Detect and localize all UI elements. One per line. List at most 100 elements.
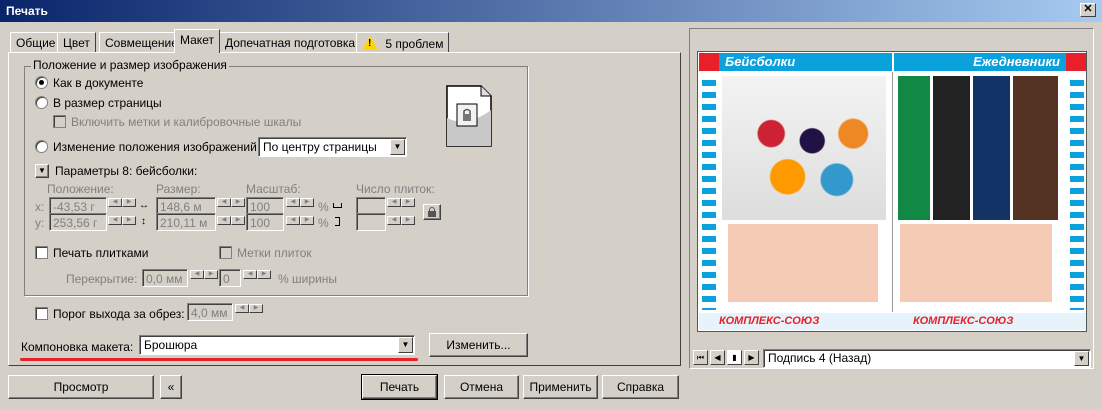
overlap-width-decrement-button[interactable]: ◀ — [243, 270, 257, 279]
scale-y-decrement-button[interactable]: ◀ — [286, 216, 300, 225]
x-increment-button[interactable]: ▶ — [122, 198, 136, 207]
width-increment-button[interactable]: ▶ — [231, 198, 245, 207]
scale-x-unit: % — [318, 200, 329, 214]
tab-label: Цвет — [63, 36, 90, 50]
tiles-y-field[interactable] — [356, 213, 386, 231]
overlap-width-field[interactable]: 0 — [219, 269, 241, 287]
preview-button[interactable]: Просмотр — [8, 375, 154, 399]
page-layout-icon — [445, 84, 493, 148]
tile-marks-label: Метки плиток — [237, 246, 312, 260]
help-button[interactable]: Справка — [602, 375, 679, 399]
tab-label: Макет — [180, 33, 214, 47]
right-icon-column — [1070, 74, 1084, 310]
layout-select[interactable]: Брошюра ▼ — [139, 335, 415, 355]
tiles-header: Число плиток: — [356, 182, 435, 196]
reposition-select[interactable]: По центру страницы ▼ — [258, 137, 407, 157]
preview-page: Бейсболки Ежедневники КОМПЛЕКС-СОЮЗ КОМП… — [697, 51, 1087, 332]
bleed-increment-button[interactable]: ▶ — [249, 304, 263, 313]
cap-icon — [699, 53, 719, 71]
page-select[interactable]: Подпись 4 (Назад) ▼ — [763, 349, 1091, 368]
print-tiles-checkbox[interactable] — [35, 246, 48, 259]
x-decrement-button[interactable]: ◀ — [108, 198, 122, 207]
as-document-label: Как в документе — [53, 76, 144, 90]
tiles-y-increment-button[interactable]: ▶ — [401, 216, 415, 225]
scale-x-decrement-button[interactable]: ◀ — [286, 198, 300, 207]
print-tiles-label: Печать плитками — [53, 246, 149, 260]
height-increment-button[interactable]: ▶ — [231, 216, 245, 225]
spread-fold — [892, 72, 893, 312]
scale-y-increment-button[interactable]: ▶ — [300, 216, 314, 225]
collapse-preview-button[interactable]: « — [160, 375, 182, 399]
tiles-y-decrement-button[interactable]: ◀ — [387, 216, 401, 225]
fit-page-label: В размер страницы — [53, 96, 162, 110]
overlap-decrement-button[interactable]: ◀ — [190, 270, 204, 279]
overlap-field[interactable]: 0,0 мм — [142, 269, 188, 287]
size-header: Размер: — [156, 182, 201, 196]
bleed-decrement-button[interactable]: ◀ — [235, 304, 249, 313]
window-title: Печать — [6, 4, 48, 18]
width-arrow-icon: ↔ — [139, 200, 149, 211]
warning-icon: ! — [362, 36, 378, 50]
page-view-button[interactable]: ▮ — [727, 350, 742, 365]
caps-photo — [722, 76, 886, 220]
bleed-label: Порог выхода за обрез: — [53, 307, 185, 321]
scale-y-field[interactable]: 100 — [246, 213, 284, 231]
tile-marks-checkbox[interactable] — [219, 246, 232, 259]
tiles-x-decrement-button[interactable]: ◀ — [387, 198, 401, 207]
tab-general[interactable]: Общие — [10, 32, 62, 52]
group-legend: Положение и размер изображения — [31, 58, 229, 72]
bleed-field[interactable]: 4,0 мм — [187, 303, 233, 321]
overlap-width-increment-button[interactable]: ▶ — [257, 270, 271, 279]
as-document-radio[interactable] — [35, 76, 48, 89]
layout-label: Компоновка макета: — [21, 340, 134, 354]
first-page-button[interactable]: ⏮ — [693, 350, 708, 365]
right-title: Ежедневники — [973, 54, 1060, 69]
expand-toggle[interactable]: ▼ — [35, 164, 49, 178]
horizontal-scale-icon — [333, 203, 342, 208]
right-header: Ежедневники — [894, 53, 1086, 71]
print-button[interactable]: Печать — [361, 374, 438, 400]
vertical-scale-icon — [335, 217, 340, 226]
edit-layout-button[interactable]: Изменить... — [429, 333, 528, 357]
tab-issues[interactable]: ! 5 проблем — [356, 32, 450, 52]
prev-page-button[interactable]: ◀ — [710, 350, 725, 365]
params-label: Параметры 8: бейсболки: — [55, 164, 198, 178]
fit-page-radio[interactable] — [35, 96, 48, 109]
tab-color[interactable]: Цвет — [57, 32, 96, 52]
notebook-icon — [1066, 53, 1086, 71]
scale-y-unit: % — [318, 216, 329, 230]
lock-ratio-button[interactable] — [423, 204, 441, 220]
tab-layout[interactable]: Макет — [174, 29, 220, 53]
tiles-x-increment-button[interactable]: ▶ — [401, 198, 415, 207]
diaries-photo — [898, 76, 1058, 220]
chevron-down-icon: ▼ — [1074, 351, 1089, 366]
layout-value: Брошюра — [144, 338, 198, 352]
y-decrement-button[interactable]: ◀ — [108, 216, 122, 225]
height-field[interactable]: 210,11 м — [156, 213, 216, 231]
height-decrement-button[interactable]: ◀ — [217, 216, 231, 225]
apply-button[interactable]: Применить — [523, 375, 598, 399]
close-button[interactable]: ✕ — [1080, 3, 1096, 17]
tab-prepress[interactable]: Допечатная подготовка — [219, 32, 362, 52]
overlap-increment-button[interactable]: ▶ — [204, 270, 218, 279]
reposition-value: По центру страницы — [263, 140, 377, 154]
reposition-label: Изменение положения изображений на: — [53, 140, 277, 154]
brand-left: КОМПЛЕКС-СОЮЗ — [719, 315, 820, 327]
position-header: Положение: — [47, 182, 114, 196]
next-page-button[interactable]: ▶ — [744, 350, 759, 365]
include-marks-label: Включить метки и калибровочные шкалы — [71, 115, 302, 129]
overlap-width-unit: % ширины — [278, 272, 337, 286]
highlight-underline — [20, 358, 418, 361]
y-position-field[interactable]: 253,56 г — [49, 213, 107, 231]
right-text-box — [900, 224, 1052, 302]
tab-separations[interactable]: Совмещение — [99, 32, 184, 52]
y-increment-button[interactable]: ▶ — [122, 216, 136, 225]
scale-x-increment-button[interactable]: ▶ — [300, 198, 314, 207]
cancel-button[interactable]: Отмена — [444, 375, 519, 399]
tab-label: Совмещение — [105, 36, 178, 50]
width-decrement-button[interactable]: ◀ — [217, 198, 231, 207]
bleed-checkbox[interactable] — [35, 307, 48, 320]
reposition-radio[interactable] — [35, 140, 48, 153]
include-marks-checkbox[interactable] — [53, 115, 66, 128]
height-arrow-icon: ↕ — [141, 216, 146, 227]
